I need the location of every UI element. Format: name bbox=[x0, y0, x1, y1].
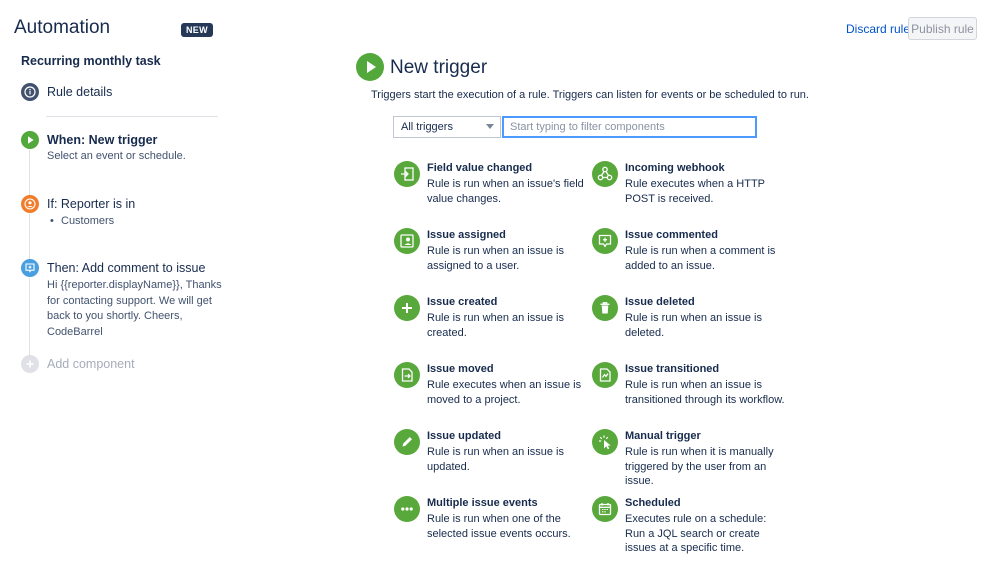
component-description: Rule is run when an issue's field value … bbox=[427, 178, 584, 205]
discard-rule-link[interactable]: Discard rule bbox=[846, 22, 910, 36]
publish-rule-button[interactable]: Publish rule bbox=[908, 17, 977, 40]
plus-icon bbox=[394, 295, 420, 321]
step-action-title[interactable]: Then: Add comment to issue bbox=[47, 261, 205, 275]
component-name: Issue transitioned bbox=[625, 363, 720, 375]
component-description: Rule is run when an issue is created. bbox=[427, 312, 564, 339]
trigger-type-select[interactable]: All triggers bbox=[393, 116, 501, 138]
move-icon bbox=[394, 362, 420, 388]
component-name: Issue updated bbox=[427, 430, 501, 442]
add-icon[interactable] bbox=[21, 355, 39, 373]
step-connector bbox=[29, 278, 30, 356]
step-trigger-title[interactable]: When: New trigger bbox=[47, 133, 157, 147]
app-title: Automation bbox=[14, 17, 111, 38]
cursor-click-icon bbox=[592, 429, 618, 455]
step-condition-bullet: • bbox=[50, 215, 54, 227]
play-icon[interactable] bbox=[21, 131, 39, 149]
step-trigger-subtitle: Select an event or schedule. bbox=[47, 150, 186, 162]
trigger-description: Triggers start the execution of a rule. … bbox=[371, 89, 809, 101]
pencil-icon bbox=[394, 429, 420, 455]
component-description: Rule executes when an issue is moved to … bbox=[427, 379, 582, 406]
trash-icon bbox=[592, 295, 618, 321]
page-title: New trigger bbox=[390, 57, 488, 78]
component-name: Multiple issue events bbox=[427, 497, 538, 509]
filter-components-input[interactable] bbox=[502, 116, 757, 138]
step-connector bbox=[29, 214, 30, 260]
component-description: Rule is run when it is manually triggere… bbox=[625, 446, 774, 487]
component-description: Rule is run when an issue is updated. bbox=[427, 446, 564, 473]
user-icon[interactable] bbox=[21, 195, 39, 213]
step-condition-title[interactable]: If: Reporter is in bbox=[47, 197, 135, 211]
webhook-icon bbox=[592, 161, 618, 187]
field-change-icon bbox=[394, 161, 420, 187]
component-name: Scheduled bbox=[625, 497, 681, 509]
component-description: Executes rule on a schedule: Run a JQL s… bbox=[625, 513, 767, 554]
component-name: Field value changed bbox=[427, 162, 533, 174]
component-name: Incoming webhook bbox=[625, 162, 725, 174]
component-name: Issue created bbox=[427, 296, 498, 308]
add-component-link[interactable]: Add component bbox=[47, 357, 135, 371]
play-icon bbox=[356, 53, 384, 81]
ellipsis-icon bbox=[394, 496, 420, 522]
chevron-down-icon bbox=[486, 124, 494, 129]
assign-user-icon bbox=[394, 228, 420, 254]
component-name: Manual trigger bbox=[625, 430, 701, 442]
divider bbox=[46, 116, 218, 117]
comment-icon[interactable] bbox=[21, 259, 39, 277]
component-description: Rule is run when an issue is deleted. bbox=[625, 312, 762, 339]
calendar-icon bbox=[592, 496, 618, 522]
component-description: Rule is run when a comment is added to a… bbox=[625, 245, 776, 272]
step-connector bbox=[29, 150, 30, 196]
comment-icon bbox=[592, 228, 618, 254]
component-name: Issue commented bbox=[625, 229, 718, 241]
info-icon[interactable] bbox=[21, 83, 39, 101]
component-description: Rule is run when one of the selected iss… bbox=[427, 513, 571, 540]
rule-name: Recurring monthly task bbox=[21, 54, 161, 68]
component-name: Issue deleted bbox=[625, 296, 695, 308]
component-description: Rule executes when a HTTP POST is receiv… bbox=[625, 178, 765, 205]
new-badge: NEW bbox=[181, 23, 213, 37]
step-condition-subtitle: Customers bbox=[61, 215, 115, 227]
step-action-subtitle: Hi {{reporter.displayName}}, Thanks for … bbox=[47, 279, 222, 338]
component-name: Issue assigned bbox=[427, 229, 506, 241]
component-description: Rule is run when an issue is assigned to… bbox=[427, 245, 564, 272]
trigger-type-select-value: All triggers bbox=[401, 121, 453, 133]
rule-details-link[interactable]: Rule details bbox=[47, 85, 112, 99]
component-description: Rule is run when an issue is transitione… bbox=[625, 379, 785, 406]
component-name: Issue moved bbox=[427, 363, 494, 375]
transition-icon bbox=[592, 362, 618, 388]
